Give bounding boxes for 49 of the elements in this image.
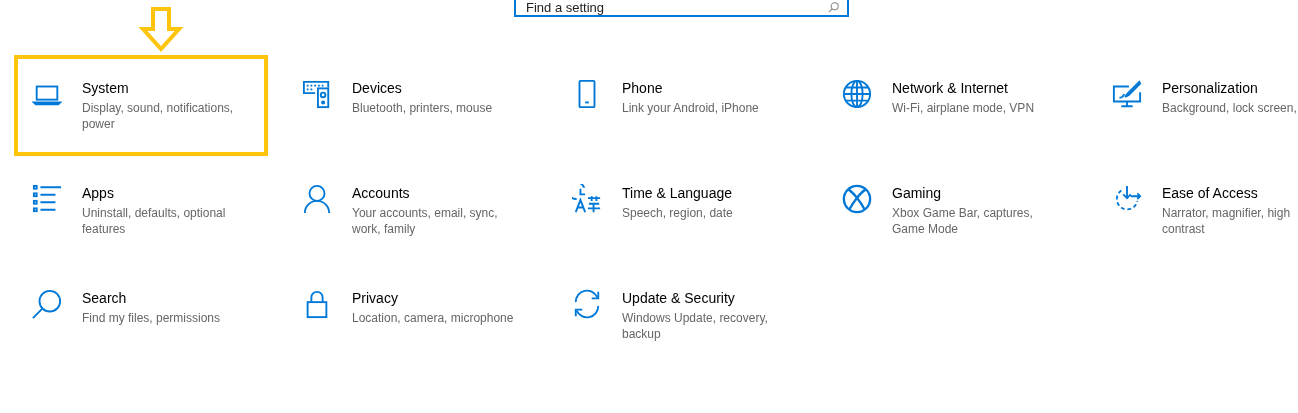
tile-title: System bbox=[82, 79, 130, 97]
tile-description: Xbox Game Bar, captures, Game Mode bbox=[892, 205, 1034, 237]
tile-title: Personalization bbox=[1162, 79, 1259, 97]
tile-title: Phone bbox=[622, 79, 664, 97]
tile-description: Link your Android, iPhone bbox=[622, 100, 760, 116]
tile-description: Narrator, magnifier, high contrast bbox=[1162, 205, 1292, 237]
tile-title: Apps bbox=[82, 184, 115, 202]
settings-tile[interactable]: Phone Link your Android, iPhone bbox=[554, 55, 808, 156]
tile-title: Ease of Access bbox=[1162, 184, 1259, 202]
tile-description: Find my files, permissions bbox=[82, 310, 222, 326]
settings-tile[interactable]: Devices Bluetooth, printers, mouse bbox=[284, 55, 538, 156]
person-icon bbox=[302, 184, 332, 214]
tile-description: Uninstall, defaults, optional features bbox=[82, 205, 227, 237]
tile-title: Devices bbox=[352, 79, 403, 97]
tile-description: Location, camera, microphone bbox=[352, 310, 515, 326]
settings-tile[interactable]: System Display, sound, notifications, power bbox=[14, 55, 268, 156]
tile-description: Wi-Fi, airplane mode, VPN bbox=[892, 100, 1036, 116]
x-circle-icon bbox=[842, 184, 872, 214]
tile-description: Speech, region, date bbox=[622, 205, 734, 221]
list-icon bbox=[32, 184, 62, 214]
tile-title: Network & Internet bbox=[892, 79, 1009, 97]
refresh-icon bbox=[572, 289, 602, 319]
tile-title: Time & Language bbox=[622, 184, 733, 202]
tile-title: Accounts bbox=[352, 184, 411, 202]
tile-description: Background, lock screen, bbox=[1162, 100, 1298, 116]
tile-description: Your accounts, email, sync, work, family bbox=[352, 205, 499, 237]
tile-title: Privacy bbox=[352, 289, 399, 307]
settings-tile[interactable]: Accounts Your accounts, email, sync, work, family bbox=[284, 160, 538, 261]
settings-tile[interactable]: Update & Security Windows Update, recovery, backup bbox=[554, 265, 808, 366]
tile-title: Update & Security bbox=[622, 289, 736, 307]
tile-description: Windows Update, recovery, backup bbox=[622, 310, 769, 342]
search-icon bbox=[32, 289, 62, 319]
tile-description: Display, sound, notifications, power bbox=[82, 100, 235, 132]
settings-tile[interactable]: Privacy Location, camera, microphone bbox=[284, 265, 538, 366]
settings-tile[interactable]: Personalization Background, lock screen, bbox=[1094, 55, 1298, 156]
globe-icon bbox=[842, 79, 872, 109]
tile-description: Bluetooth, printers, mouse bbox=[352, 100, 494, 116]
keyboard-speaker-icon bbox=[302, 79, 332, 109]
settings-tile[interactable]: Gaming Xbox Game Bar, captures, Game Mode bbox=[824, 160, 1078, 261]
settings-tile[interactable]: Apps Uninstall, defaults, optional features bbox=[14, 160, 268, 261]
search-icon bbox=[828, 2, 839, 13]
tile-title: Gaming bbox=[892, 184, 943, 202]
settings-tile[interactable]: Ease of Access Narrator, magnifier, high contrast bbox=[1094, 160, 1298, 261]
settings-tile[interactable]: Search Find my files, permissions bbox=[14, 265, 268, 366]
settings-tile[interactable]: Network & Internet Wi-Fi, airplane mode, VPN bbox=[824, 55, 1078, 156]
monitor-brush-icon bbox=[1112, 79, 1142, 109]
settings-tile[interactable]: Time & Language Speech, region, date bbox=[554, 160, 808, 261]
search-field[interactable]: Find a setting bbox=[514, 0, 849, 17]
tile-title: Search bbox=[82, 289, 128, 307]
